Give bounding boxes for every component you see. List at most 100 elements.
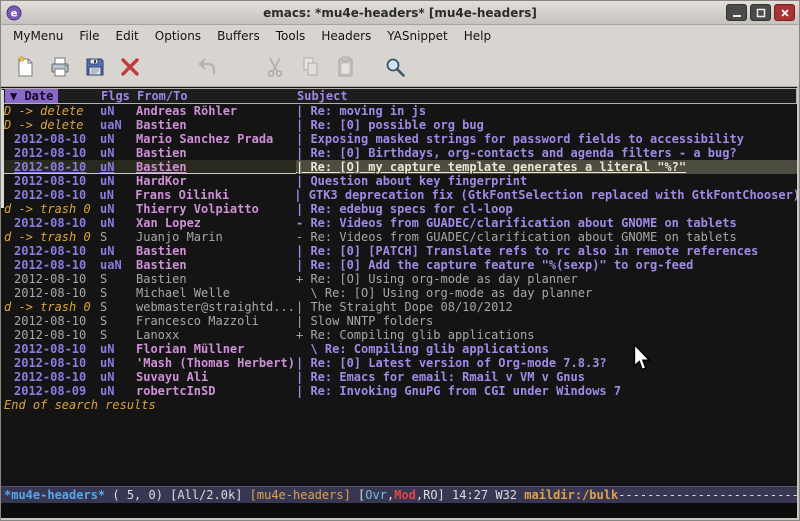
msg-from: Suvayu Ali [136,370,296,384]
emacs-app-icon: e [6,5,22,21]
modeline-plain: ,RO] [416,488,445,502]
message-row[interactable]: 2012-08-10uN'Mash (Thomas Herbert)| Re: … [1,356,797,370]
maximize-icon [756,8,766,18]
minimize-icon [732,8,742,18]
message-row[interactable]: 2012-08-10uNBastien| Re: [0] [PATCH] Tra… [1,244,797,258]
msg-flags: uN [100,202,136,216]
msg-from: Bastien [136,258,296,272]
paste-button [330,51,362,83]
message-list: D -> deleteuNAndreas Röhler| Re: moving … [1,104,797,398]
msg-subject: - Re: Videos from GUADEC/clarification a… [296,230,797,244]
msg-from: Bastien [136,272,296,286]
message-row[interactable]: 2012-08-10SMichael Welle \ Re: [O] Using… [1,286,797,300]
minibuffer[interactable] [1,503,797,518]
msg-flags: uN [100,132,136,146]
maximize-button[interactable] [750,4,771,21]
message-row[interactable]: 2012-08-10uNSuvayu Ali| Re: Emacs for em… [1,370,797,384]
message-row[interactable]: 2012-08-10uNMario Sanchez Prada| Exposin… [1,132,797,146]
message-row-current[interactable]: 2012-08-10uNBastien| Re: [O] my capture … [1,160,797,174]
column-flags[interactable]: Flgs [101,89,137,103]
cut-button [260,51,292,83]
column-subject[interactable]: Subject [297,89,796,103]
message-row[interactable]: 2012-08-10uNBastien| Re: [0] Birthdays, … [1,146,797,160]
save-buffer-button[interactable] [79,51,111,83]
end-of-results: End of search results [1,398,797,412]
search-icon [383,55,407,79]
message-row[interactable]: 2012-08-10uNHardKor| Question about key … [1,174,797,188]
message-row[interactable]: 2012-08-10SFrancesco Mazzoli| Slow NNTP … [1,314,797,328]
message-row[interactable]: 2012-08-10uaNBastien| Re: [0] Add the ca… [1,258,797,272]
msg-subject: | Re: [O] my capture template generates … [296,160,797,174]
msg-subject: | Re: [0] Birthdays, org-contacts and ag… [296,146,797,160]
column-from[interactable]: From/To [137,89,297,103]
close-buffer-button[interactable] [114,51,146,83]
message-row[interactable]: 2012-08-10uNXan Lopez- Re: Videos from G… [1,216,797,230]
menu-item-options[interactable]: Options [147,27,209,45]
msg-flags: S [100,272,136,286]
scrollbar-thumb[interactable] [1,90,4,208]
svg-text:e: e [11,8,18,19]
modeline-folder: maildir:/bulk [524,488,618,502]
message-row[interactable]: 2012-08-10SBastien+ Re: [O] Using org-mo… [1,272,797,286]
message-row[interactable]: d -> trash 0SJuanjo Marin- Re: Videos fr… [1,230,797,244]
menu-item-file[interactable]: File [71,27,107,45]
msg-subject: | Re: Invoking GnuPG from CGI under Wind… [296,384,797,398]
msg-from: Bastien [136,146,296,160]
minimize-button[interactable] [726,4,747,21]
msg-marker: 2012-08-10 [1,160,100,174]
msg-flags: uN [100,216,136,230]
message-row[interactable]: D -> deleteuNAndreas Röhler| Re: moving … [1,104,797,118]
message-row[interactable]: 2012-08-09uNrobertcInSD| Re: Invoking Gn… [1,384,797,398]
message-row[interactable]: 2012-08-10uNFrans Oilinki| GTK3 deprecat… [1,188,797,202]
msg-flags: uaN [100,258,136,272]
window-title: emacs: *mu4e-headers* [mu4e-headers] [1,6,799,20]
msg-from: Andreas Röhler [136,104,296,118]
msg-marker: d -> trash 0 [1,230,100,244]
menu-item-headers[interactable]: Headers [313,27,379,45]
msg-flags: uN [100,370,136,384]
title-bar[interactable]: e emacs: *mu4e-headers* [mu4e-headers] [1,1,799,25]
editor-frame: ▼ Date Flgs From/To Subject D -> deleteu… [1,87,799,520]
msg-from: Michael Welle [136,286,296,300]
msg-subject: | GTK3 deprecation fix (GtkFontSelection… [294,188,797,202]
msg-subject: | Exposing masked strings for password f… [296,132,797,146]
msg-marker: 2012-08-10 [1,216,100,230]
message-row[interactable]: D -> deleteuaNBastien| Re: [0] possible … [1,118,797,132]
message-row[interactable]: d -> trash 0Swebmaster@straightd...| The… [1,300,797,314]
msg-flags: uaN [100,118,136,132]
msg-marker: 2012-08-10 [1,258,100,272]
msg-from: Thierry Volpiatto [136,202,296,216]
msg-subject: | Re: [0] Add the capture feature "%(sex… [296,258,797,272]
close-button[interactable] [774,4,795,21]
msg-flags: uN [100,356,136,370]
menu-item-mymenu[interactable]: MyMenu [5,27,71,45]
modeline-red: Mod [394,488,416,502]
open-file-button[interactable] [44,51,76,83]
msg-flags: uN [100,104,136,118]
search-button[interactable] [379,51,411,83]
message-row[interactable]: d -> trash 0uNThierry Volpiatto| Re: ede… [1,202,797,216]
menu-item-buffers[interactable]: Buffers [209,27,268,45]
msg-subject: + Re: Compiling glib applications [296,328,797,342]
new-file-button[interactable] [9,51,41,83]
msg-from: HardKor [136,174,296,188]
copy-button [295,51,327,83]
mode-line[interactable]: *mu4e-headers* ( 5, 0) [All/2.0k] [mu4e-… [1,486,797,503]
msg-subject: | Re: [0] Latest version of Org-mode 7.8… [296,356,797,370]
menu-item-tools[interactable]: Tools [268,27,314,45]
modeline-cyan: Ovr [365,488,387,502]
msg-from: robertcInSD [136,384,296,398]
msg-marker: d -> trash 0 [1,300,100,314]
message-row[interactable]: 2012-08-10SLanoxx+ Re: Compiling glib ap… [1,328,797,342]
menu-item-yasnippet[interactable]: YASnippet [379,27,456,45]
modeline-mode: [mu4e-headers] [250,488,351,502]
msg-flags: S [100,314,136,328]
msg-from: Bastien [136,244,296,258]
menu-item-help[interactable]: Help [456,27,499,45]
msg-marker: 2012-08-10 [1,146,100,160]
modeline-buffer: *mu4e-headers* [4,488,105,502]
message-row[interactable]: 2012-08-10uNFlorian Müllner \ Re: Compil… [1,342,797,356]
menu-item-edit[interactable]: Edit [108,27,147,45]
copy-icon [299,55,323,79]
sort-column-date[interactable]: ▼ Date [5,89,58,103]
